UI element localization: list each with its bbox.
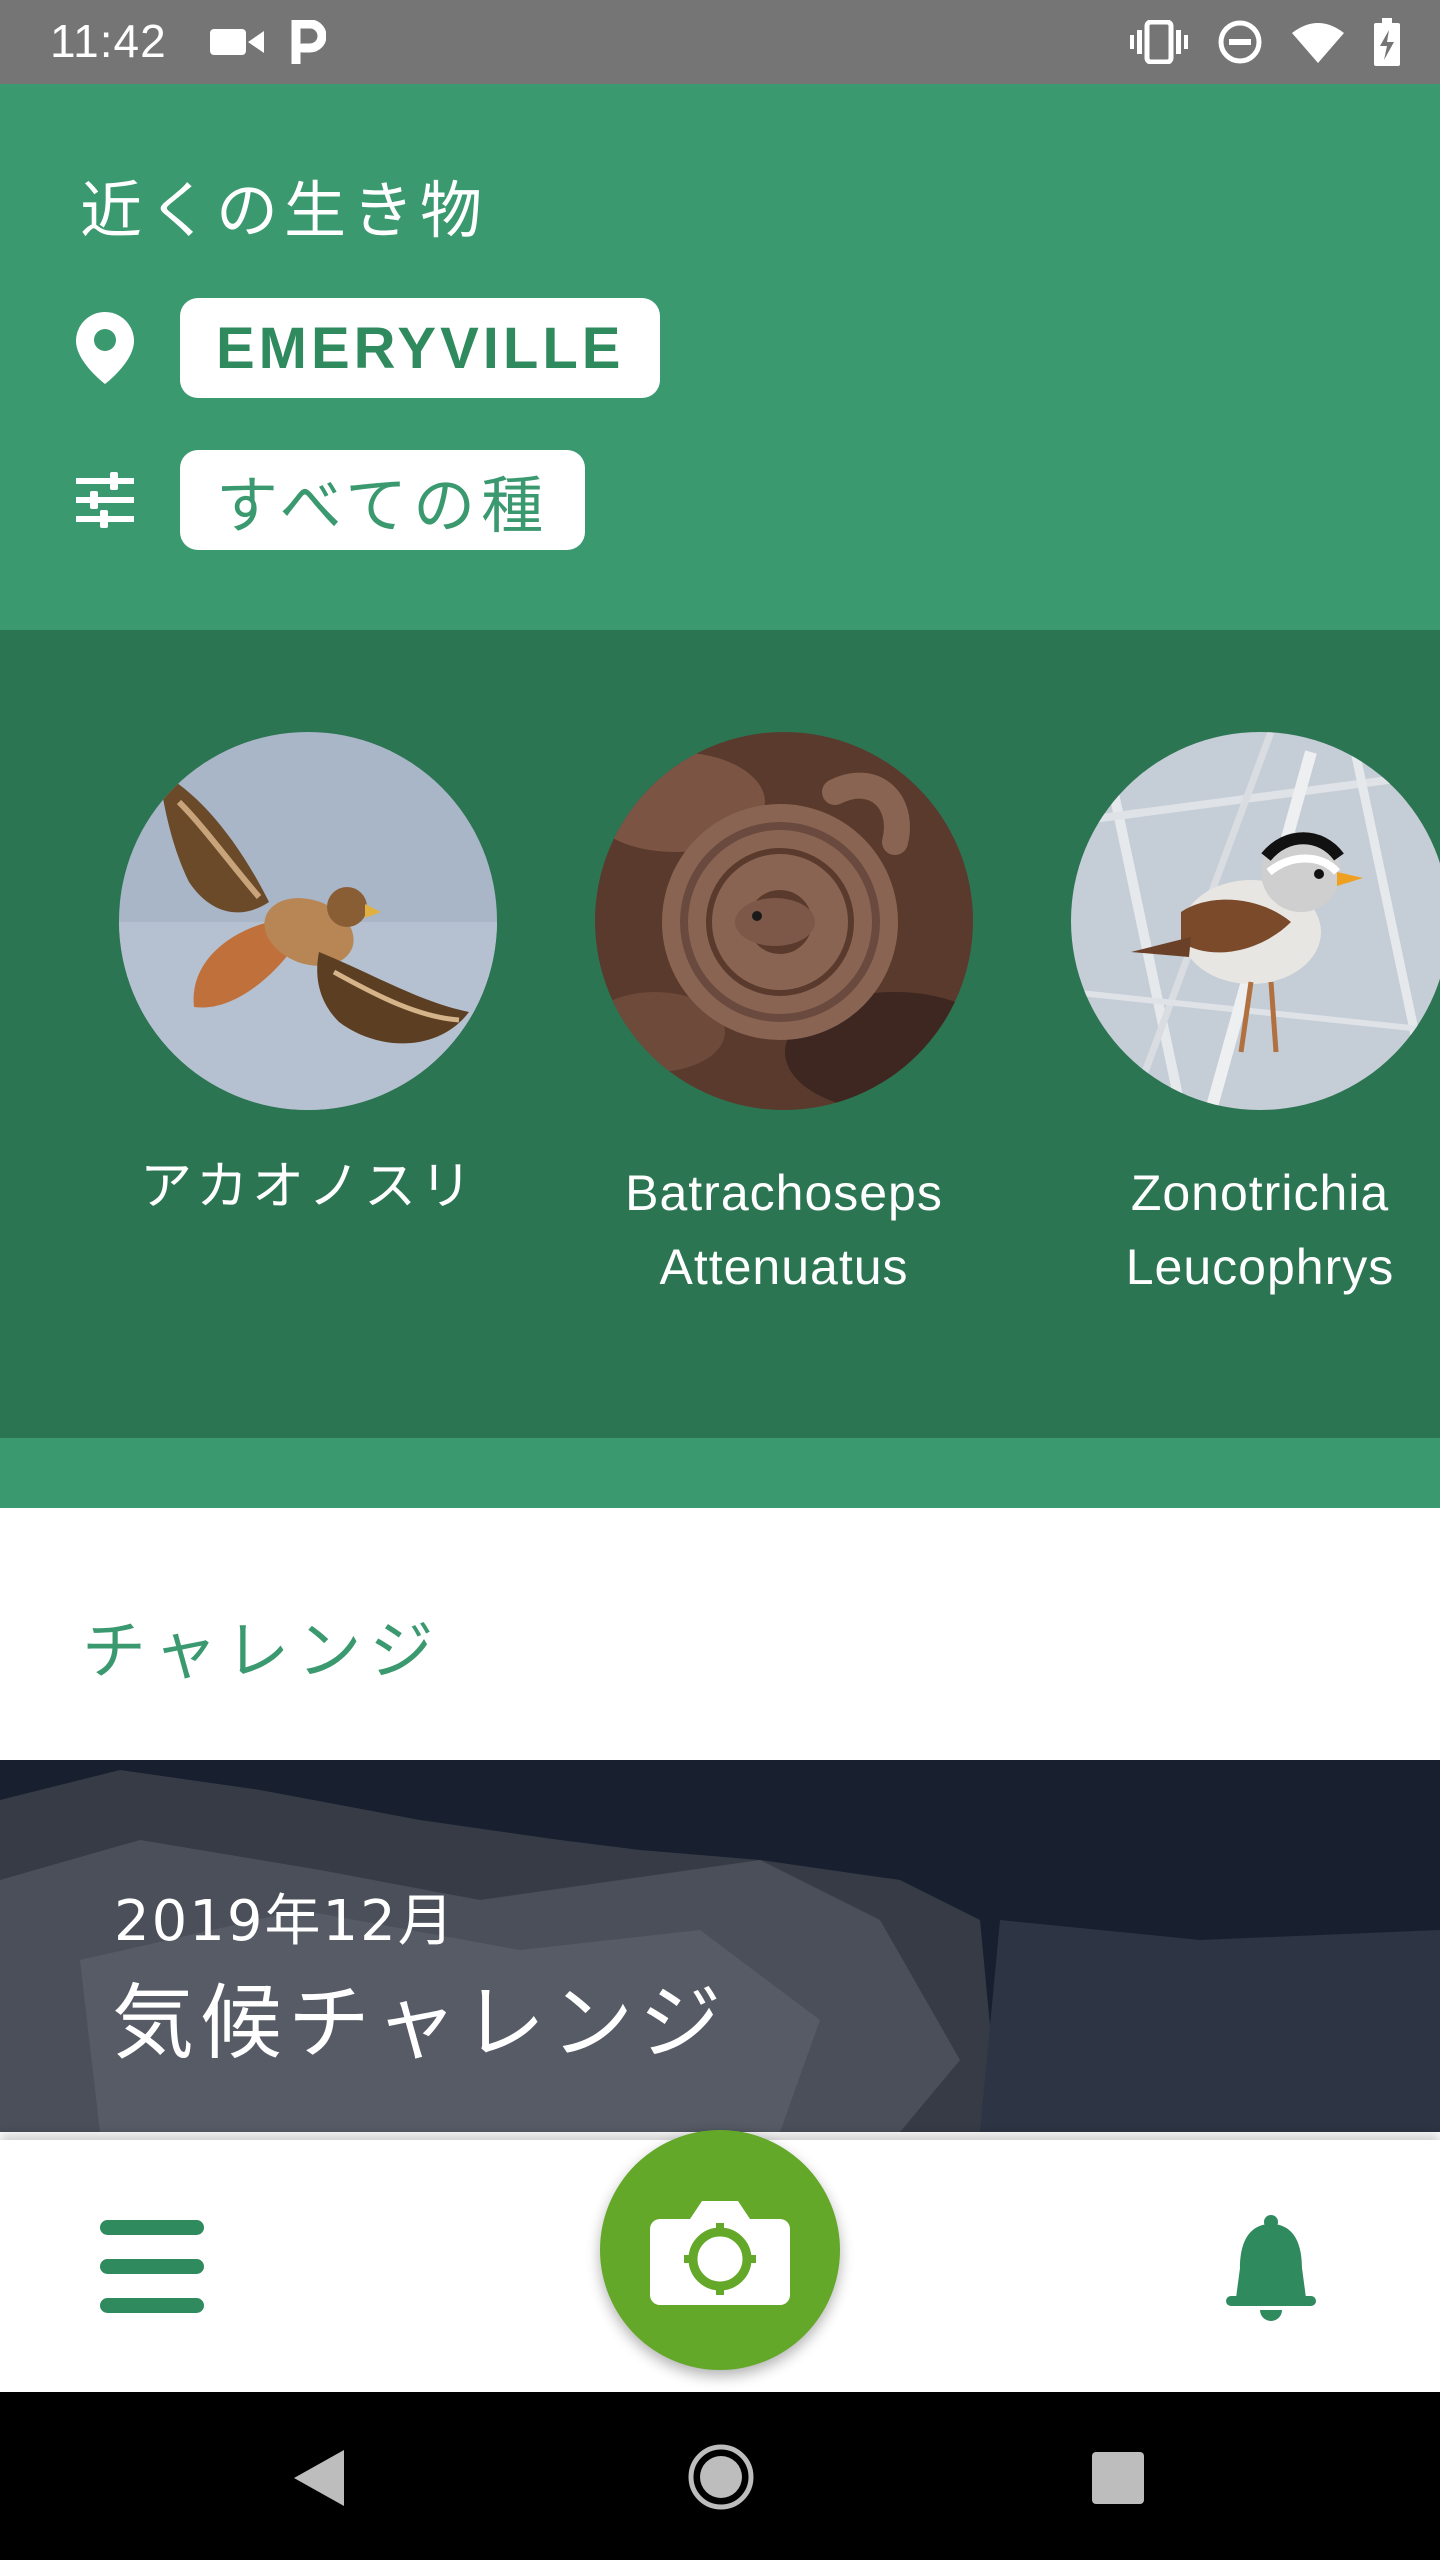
- species-name: Zonotrichia Leucophrys: [1125, 1165, 1395, 1295]
- wifi-icon: [1292, 23, 1344, 63]
- species-carousel[interactable]: アカオノスリ Batrachoseps Attenuatus Zonotrich…: [0, 630, 1440, 1438]
- bell-icon[interactable]: [1216, 2212, 1326, 2322]
- system-nav-bar: [0, 2392, 1440, 2560]
- filter-sliders-icon: [76, 472, 134, 528]
- bottom-bar: [0, 2130, 1440, 2392]
- species-name: アカオノスリ: [139, 1157, 476, 1217]
- home-icon[interactable]: [688, 2444, 754, 2510]
- status-left-icons: [210, 20, 326, 64]
- battery-charging-icon: [1374, 18, 1400, 66]
- location-row: EMERYVILLE: [76, 298, 661, 398]
- recent-apps-icon[interactable]: [1092, 2452, 1144, 2504]
- status-right-icons: [1130, 18, 1400, 66]
- challenges-section-title: チャレンジ: [82, 1615, 442, 1689]
- species-card[interactable]: アカオノスリ: [68, 732, 548, 1224]
- camera-button[interactable]: [600, 2130, 840, 2370]
- vibrate-icon: [1130, 20, 1188, 64]
- status-bar: 11:42: [0, 0, 1440, 84]
- challenge-title: 気候チャレンジ: [112, 1976, 728, 2071]
- nearby-header: 近くの生き物 EMERYVILLE すべての種: [0, 84, 1440, 630]
- challenge-banner[interactable]: 2019年12月 気候チャレンジ: [0, 1760, 1440, 2132]
- video-camera-icon: [210, 29, 264, 55]
- species-name: Batrachoseps Attenuatus: [625, 1165, 943, 1295]
- location-button[interactable]: EMERYVILLE: [180, 298, 661, 398]
- status-time: 11:42: [50, 15, 167, 67]
- species-card[interactable]: Batrachoseps Attenuatus: [544, 732, 1024, 1304]
- species-filter-button[interactable]: すべての種: [180, 450, 586, 550]
- do-not-disturb-icon: [1218, 20, 1262, 64]
- camera-icon: [650, 2201, 790, 2305]
- section-divider: [0, 1438, 1440, 1508]
- filter-row: すべての種: [76, 450, 586, 550]
- back-icon[interactable]: [290, 2448, 346, 2508]
- hamburger-menu-icon[interactable]: [100, 2220, 204, 2316]
- location-pin-icon: [76, 312, 134, 384]
- page-title: 近くの生き物: [80, 174, 489, 247]
- species-photo-hawk[interactable]: [119, 732, 497, 1110]
- species-photo-salamander[interactable]: [595, 732, 973, 1110]
- species-photo-sparrow[interactable]: [1071, 732, 1440, 1110]
- challenge-date: 2019年12月: [114, 1889, 456, 1954]
- parking-icon: [291, 20, 326, 64]
- species-card[interactable]: Zonotrichia Leucophrys: [1020, 732, 1440, 1304]
